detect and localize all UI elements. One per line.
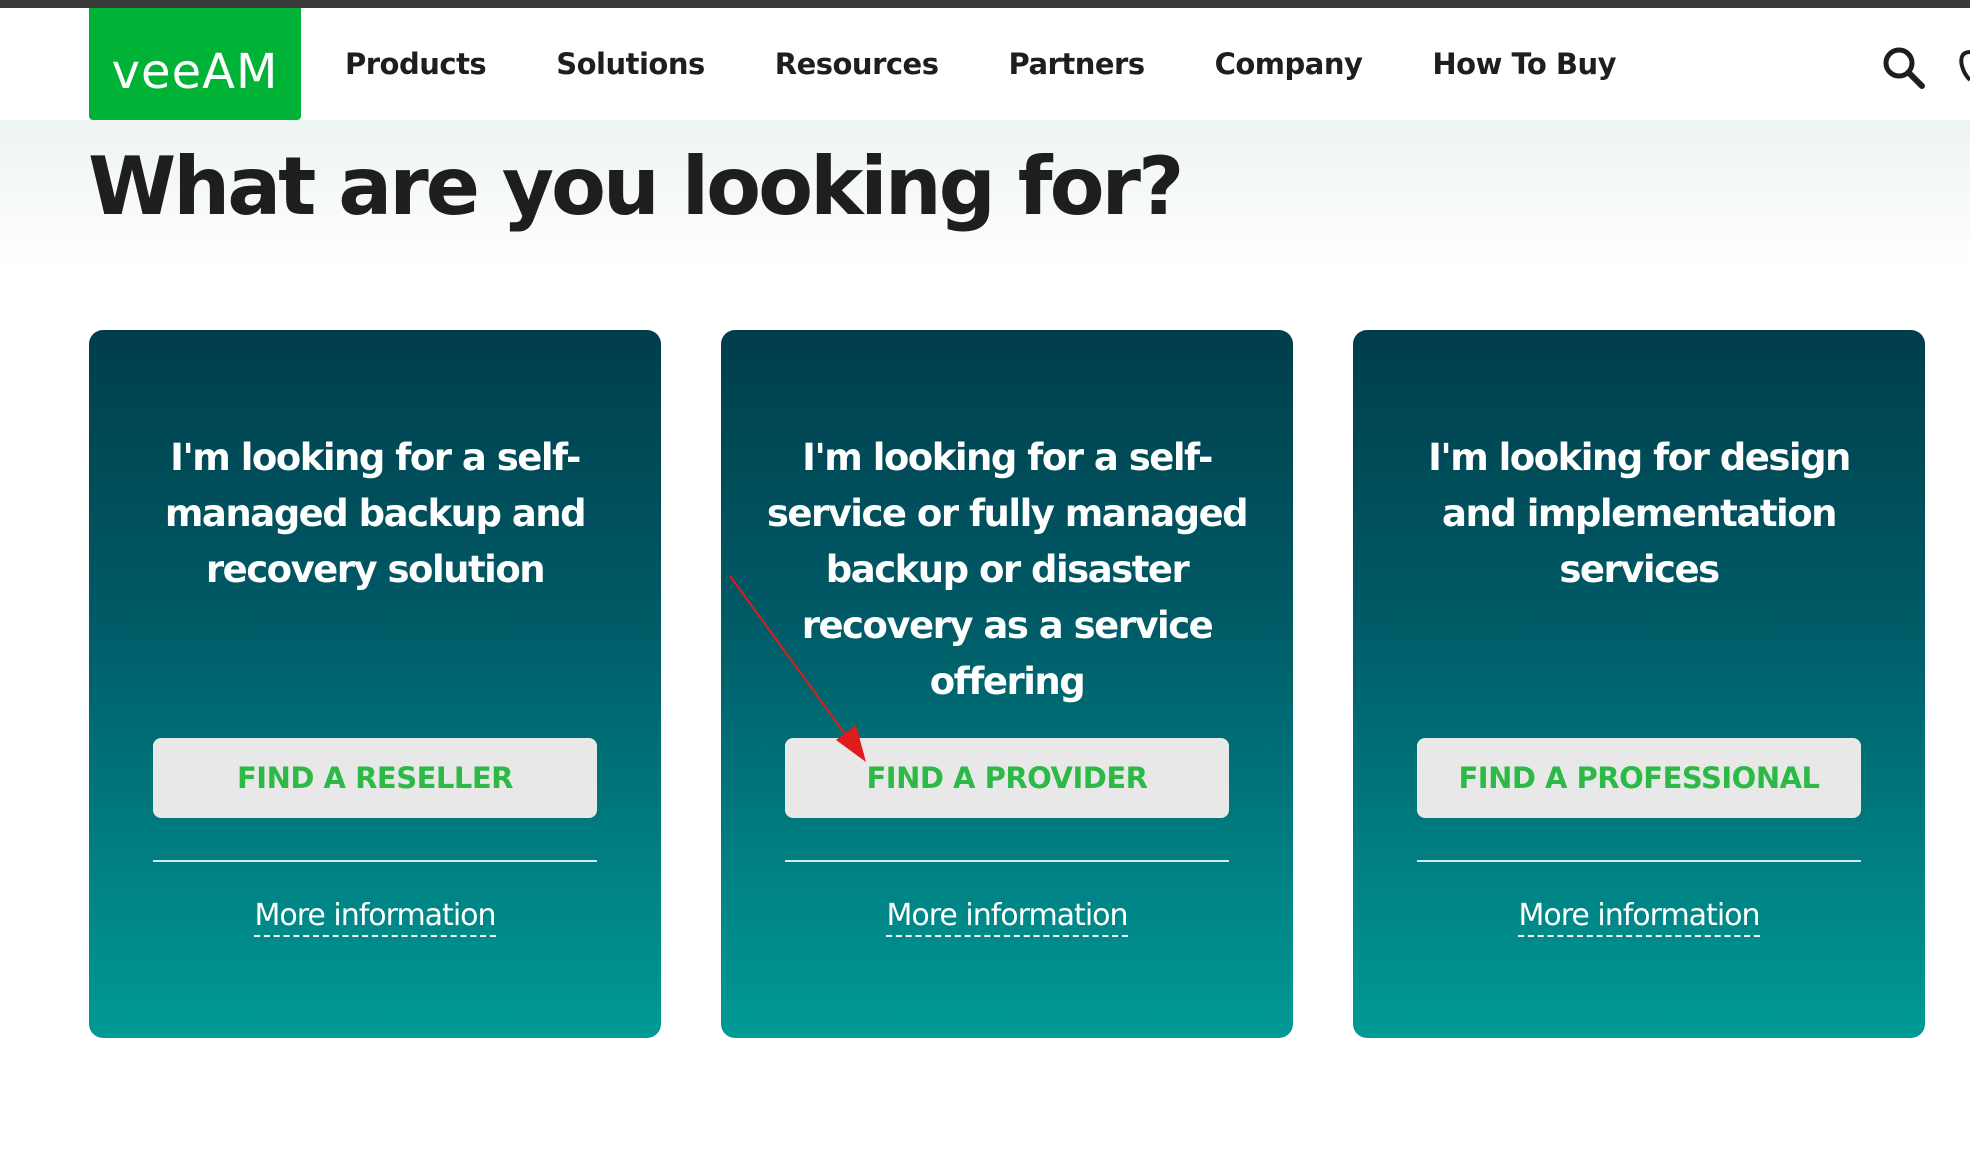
card-description: I'm looking for a self-service or fully …	[766, 436, 1249, 703]
user-icon[interactable]	[1958, 48, 1970, 88]
card-description: I'm looking for design and implementatio…	[1428, 436, 1851, 591]
more-information-link-wrapper: More information	[89, 898, 661, 937]
site-header: veeAM Products Solutions Resources Partn…	[0, 8, 1970, 120]
search-icon[interactable]	[1880, 44, 1926, 90]
logo-text: veeAM	[111, 44, 279, 100]
main-nav: Products Solutions Resources Partners Co…	[345, 8, 1617, 120]
top-strip	[0, 0, 1970, 8]
nav-item-partners[interactable]: Partners	[1009, 47, 1146, 81]
nav-item-how-to-buy[interactable]: How To Buy	[1432, 47, 1616, 81]
more-information-link[interactable]: More information	[1518, 898, 1761, 937]
nav-item-resources[interactable]: Resources	[775, 47, 939, 81]
card-reseller: I'm looking for a self-managed backup an…	[89, 330, 661, 1038]
card-description: I'm looking for a self-managed backup an…	[164, 436, 587, 591]
nav-item-company[interactable]: Company	[1215, 47, 1363, 81]
page-title: What are you looking for?	[88, 140, 1184, 233]
card-divider	[153, 860, 597, 862]
more-information-link[interactable]: More information	[886, 898, 1129, 937]
nav-item-products[interactable]: Products	[345, 47, 487, 81]
find-provider-button[interactable]: FIND A PROVIDER	[785, 738, 1229, 818]
more-information-link[interactable]: More information	[254, 898, 497, 937]
find-professional-button[interactable]: FIND A PROFESSIONAL	[1417, 738, 1861, 818]
nav-item-solutions[interactable]: Solutions	[556, 47, 705, 81]
find-reseller-button[interactable]: FIND A RESELLER	[153, 738, 597, 818]
more-information-link-wrapper: More information	[721, 898, 1293, 937]
veeam-logo[interactable]: veeAM	[89, 8, 301, 120]
card-divider	[1417, 860, 1861, 862]
card-divider	[785, 860, 1229, 862]
card-professional: I'm looking for design and implementatio…	[1353, 330, 1925, 1038]
card-provider: I'm looking for a self-service or fully …	[721, 330, 1293, 1038]
more-information-link-wrapper: More information	[1353, 898, 1925, 937]
